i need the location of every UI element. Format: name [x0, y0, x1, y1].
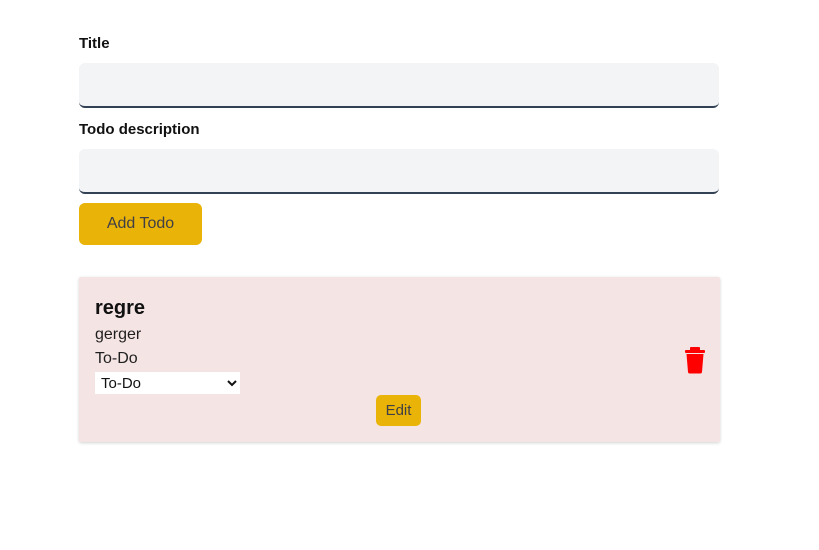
todo-status-text: To-Do — [95, 350, 138, 367]
description-input[interactable] — [79, 149, 719, 194]
trash-icon — [685, 347, 705, 374]
title-label: Title — [79, 35, 110, 52]
status-select[interactable]: To-Do — [95, 372, 240, 394]
delete-button[interactable] — [683, 346, 707, 374]
todo-title: regre — [95, 297, 146, 319]
title-input[interactable] — [79, 63, 719, 108]
todo-card: regre gerger To-Do To-Do Edit — [79, 277, 720, 442]
description-label: Todo description — [79, 121, 200, 138]
todo-description: gerger — [95, 326, 142, 343]
edit-button[interactable]: Edit — [376, 395, 421, 426]
add-todo-button[interactable]: Add Todo — [79, 203, 202, 245]
todo-app-page: Title Todo description Add Todo regre ge… — [0, 0, 819, 550]
